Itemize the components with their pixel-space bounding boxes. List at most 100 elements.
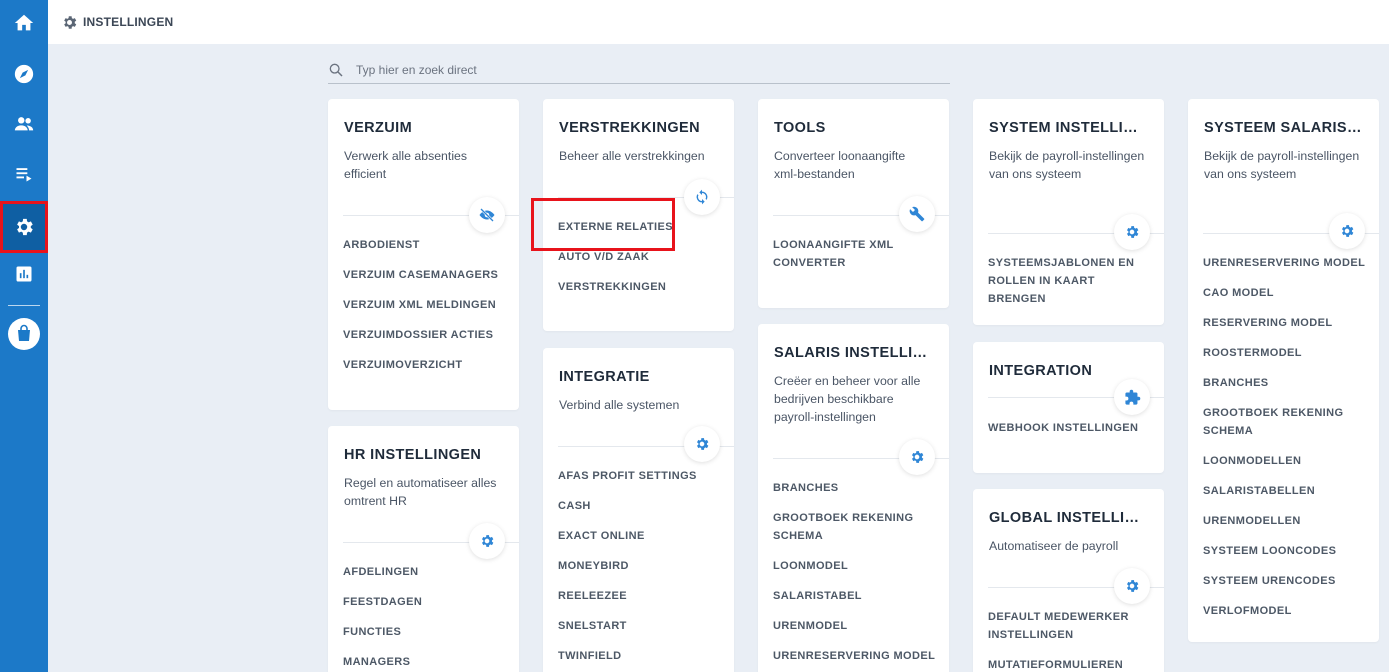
list-item[interactable]: GROOTBOEK REKENING SCHEMA — [1203, 404, 1369, 452]
link-reeleezee[interactable]: REELEEZEE — [558, 590, 627, 602]
link-loonaangifte-xml-converter[interactable]: LOONAANGIFTE XML CONVERTER — [773, 239, 893, 269]
nav-reports[interactable] — [0, 251, 48, 297]
link-cash[interactable]: CASH — [558, 500, 591, 512]
list-item[interactable]: RESERVERING MODEL — [1203, 314, 1369, 344]
list-item[interactable]: SALARISTABEL — [773, 587, 939, 617]
link-exact-online[interactable]: EXACT ONLINE — [558, 530, 645, 542]
list-item[interactable]: BRANCHES — [773, 479, 939, 509]
nav-list[interactable] — [0, 151, 48, 197]
list-item[interactable]: SALARISTABELLEN — [1203, 482, 1369, 512]
list-item[interactable]: MUTATIEFORMULIEREN — [988, 656, 1154, 672]
compass-icon — [14, 64, 34, 84]
search-input[interactable] — [356, 62, 916, 77]
link-verlofmodel[interactable]: VERLOFMODEL — [1203, 605, 1292, 617]
nav-people[interactable] — [0, 101, 48, 147]
list-item[interactable]: SNELSTART — [558, 617, 724, 647]
list-item[interactable]: VERZUIM CASEMANAGERS — [343, 266, 509, 296]
link-afas-profit-settings[interactable]: AFAS PROFIT SETTINGS — [558, 470, 697, 482]
list-item[interactable]: URENMODELLEN — [1203, 512, 1369, 542]
link-twinfield[interactable]: TWINFIELD — [558, 650, 621, 662]
link-arbodienst[interactable]: ARBODIENST — [343, 239, 420, 251]
list-item[interactable]: SYSTEEM LOONCODES — [1203, 542, 1369, 572]
card-link-list: DEFAULT MEDEWERKER INSTELLINGEN MUTATIEF… — [988, 608, 1154, 672]
list-item[interactable]: GROOTBOEK REKENING SCHEMA — [773, 509, 939, 557]
nav-shop[interactable] — [0, 311, 48, 357]
nav-settings[interactable] — [0, 201, 48, 253]
link-systeem-looncodes[interactable]: SYSTEEM LOONCODES — [1203, 545, 1336, 557]
link-default-medewerker-instellingen[interactable]: DEFAULT MEDEWERKER INSTELLINGEN — [988, 611, 1129, 641]
list-item[interactable]: AFDELINGEN — [343, 563, 509, 593]
list-item[interactable]: FUNCTIES — [343, 623, 509, 653]
link-verstrekkingen[interactable]: VERSTREKKINGEN — [558, 281, 666, 293]
link-managers[interactable]: MANAGERS — [343, 656, 410, 668]
link-systeem-urencodes[interactable]: SYSTEEM URENCODES — [1203, 575, 1336, 587]
link-roostermodel[interactable]: ROOSTERMODEL — [1203, 347, 1302, 359]
list-item[interactable]: LOONAANGIFTE XML CONVERTER — [773, 236, 939, 284]
list-item[interactable]: TWINFIELD — [558, 647, 724, 672]
link-salaristabellen[interactable]: SALARISTABELLEN — [1203, 485, 1315, 497]
chart-icon — [16, 266, 32, 282]
nav-explore[interactable] — [0, 51, 48, 97]
list-item[interactable]: URENRESERVERING MODEL — [1203, 254, 1369, 284]
link-verzuimdossier-acties[interactable]: VERZUIMDOSSIER ACTIES — [343, 329, 493, 341]
list-item[interactable]: REELEEZEE — [558, 587, 724, 617]
link-mutatieformulieren[interactable]: MUTATIEFORMULIEREN — [988, 659, 1123, 671]
list-item[interactable]: MONEYBIRD — [558, 557, 724, 587]
list-item[interactable]: BRANCHES — [1203, 374, 1369, 404]
list-item[interactable]: FEESTDAGEN — [343, 593, 509, 623]
list-item[interactable]: DEFAULT MEDEWERKER INSTELLINGEN — [988, 608, 1154, 656]
link-urenreservering-model[interactable]: URENRESERVERING MODEL — [773, 650, 935, 662]
list-item[interactable]: VERSTREKKINGEN — [558, 278, 724, 308]
link-verzuimoverzicht[interactable]: VERZUIMOVERZICHT — [343, 359, 462, 371]
link-functies[interactable]: FUNCTIES — [343, 626, 401, 638]
link-systeemsjablonen[interactable]: SYSTEEMSJABLONEN EN ROLLEN IN KAART BREN… — [988, 257, 1134, 305]
list-item[interactable]: VERZUIMOVERZICHT — [343, 356, 509, 386]
link-verzuim-xml-meldingen[interactable]: VERZUIM XML MELDINGEN — [343, 299, 496, 311]
card-badge — [1114, 568, 1150, 604]
list-item[interactable]: SYSTEEM URENCODES — [1203, 572, 1369, 602]
list-item[interactable]: VERLOFMODEL — [1203, 602, 1369, 632]
link-loonmodellen[interactable]: LOONMODELLEN — [1203, 455, 1301, 467]
link-snelstart[interactable]: SNELSTART — [558, 620, 627, 632]
list-item[interactable]: WEBHOOK INSTELLINGEN — [988, 419, 1154, 449]
card-title: INTEGRATIE — [559, 369, 650, 385]
link-grootboek-rekening-schema[interactable]: GROOTBOEK REKENING SCHEMA — [1203, 407, 1343, 437]
link-branches[interactable]: BRANCHES — [1203, 377, 1269, 389]
list-item[interactable]: AFAS PROFIT SETTINGS — [558, 467, 724, 497]
link-urenmodel[interactable]: URENMODEL — [773, 620, 848, 632]
link-cao-model[interactable]: CAO MODEL — [1203, 287, 1274, 299]
list-item[interactable]: CAO MODEL — [1203, 284, 1369, 314]
list-item[interactable]: LOONMODEL — [773, 557, 939, 587]
link-feestdagen[interactable]: FEESTDAGEN — [343, 596, 422, 608]
list-item[interactable]: VERZUIM XML MELDINGEN — [343, 296, 509, 326]
list-item[interactable]: LOONMODELLEN — [1203, 452, 1369, 482]
link-webhook-instellingen[interactable]: WEBHOOK INSTELLINGEN — [988, 422, 1138, 434]
gear-icon — [1342, 225, 1354, 237]
nav-home[interactable] — [0, 0, 48, 46]
link-urenreservering-model[interactable]: URENRESERVERING MODEL — [1203, 257, 1365, 269]
link-reservering-model[interactable]: RESERVERING MODEL — [1203, 317, 1332, 329]
link-branches[interactable]: BRANCHES — [773, 482, 839, 494]
card-global-instellingen: GLOBAL INSTELLINGEN Automatiseer de payr… — [973, 489, 1164, 672]
list-item[interactable]: ROOSTERMODEL — [1203, 344, 1369, 374]
link-salaristabel[interactable]: SALARISTABEL — [773, 590, 862, 602]
list-item[interactable]: VERZUIMDOSSIER ACTIES — [343, 326, 509, 356]
list-item[interactable]: AUTO V/D ZAAK — [558, 248, 724, 278]
list-item[interactable]: CASH — [558, 497, 724, 527]
link-loonmodel[interactable]: LOONMODEL — [773, 560, 848, 572]
list-item[interactable]: EXACT ONLINE — [558, 527, 724, 557]
card-link-list: SYSTEEMSJABLONEN EN ROLLEN IN KAART BREN… — [988, 254, 1154, 305]
gear-icon — [64, 15, 77, 29]
list-item[interactable]: SYSTEEMSJABLONEN EN ROLLEN IN KAART BREN… — [988, 254, 1154, 305]
list-item[interactable]: ARBODIENST — [343, 236, 509, 266]
list-item[interactable]: MANAGERS — [343, 653, 509, 672]
list-item[interactable]: URENRESERVERING MODEL — [773, 647, 939, 672]
link-auto-vd-zaak[interactable]: AUTO V/D ZAAK — [558, 251, 649, 263]
link-urenmodellen[interactable]: URENMODELLEN — [1203, 515, 1301, 527]
link-grootboek-rekening-schema[interactable]: GROOTBOEK REKENING SCHEMA — [773, 512, 913, 542]
list-item[interactable]: URENMODEL — [773, 617, 939, 647]
link-verzuim-casemanagers[interactable]: VERZUIM CASEMANAGERS — [343, 269, 498, 281]
link-moneybird[interactable]: MONEYBIRD — [558, 560, 629, 572]
link-afdelingen[interactable]: AFDELINGEN — [343, 566, 419, 578]
card-title: TOOLS — [774, 120, 826, 136]
